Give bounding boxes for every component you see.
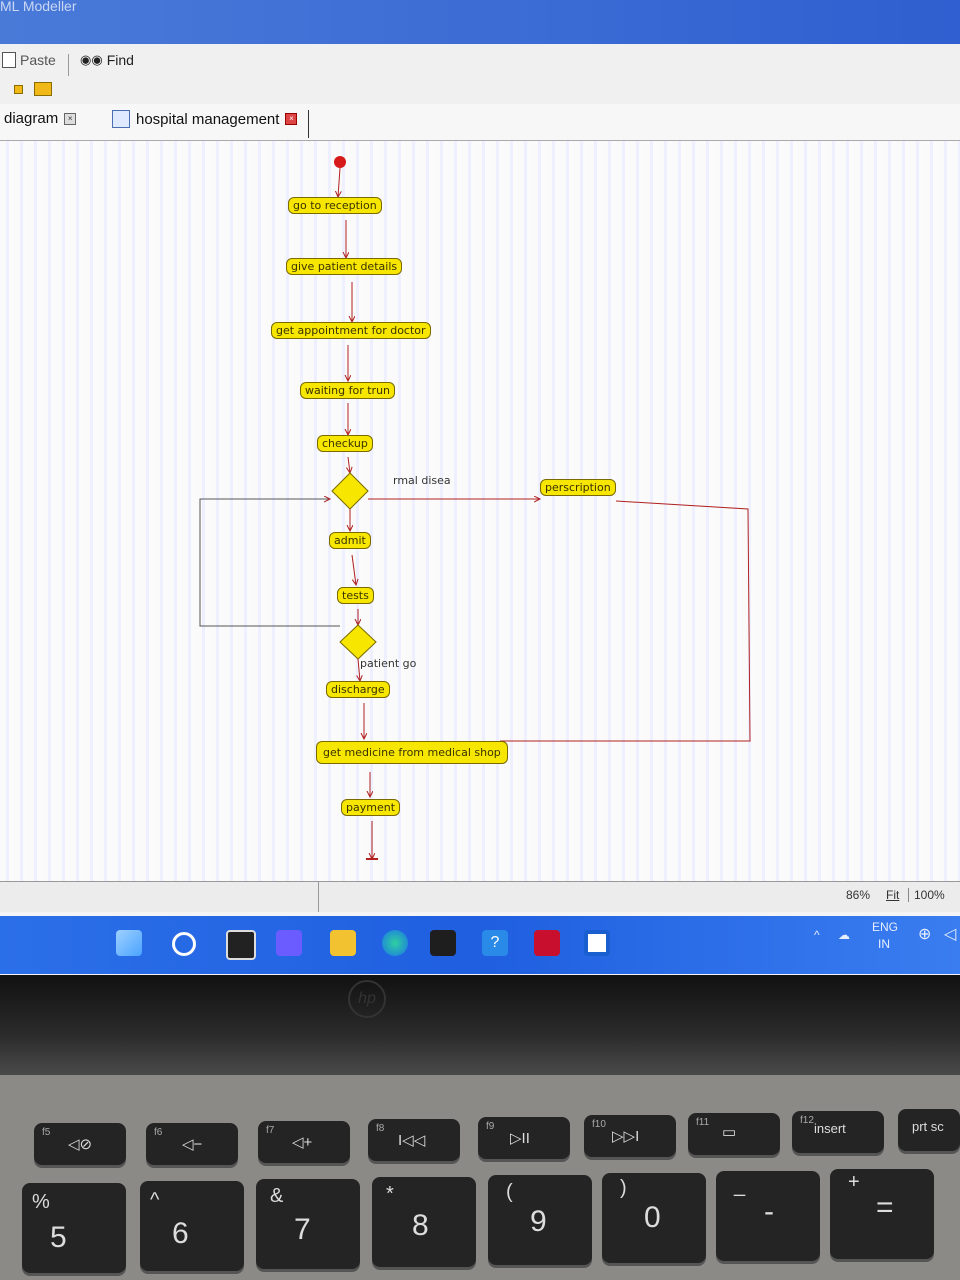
status-divider: [318, 882, 319, 912]
toolbar: Paste ◉◉ Find: [0, 44, 960, 105]
network-icon[interactable]: ☁: [838, 928, 850, 942]
small-shape-icon[interactable]: [14, 85, 23, 94]
key-f8[interactable]: f8 I◁◁: [368, 1119, 460, 1161]
activity-waiting-for-turn[interactable]: waiting for trun: [300, 382, 396, 399]
activity-tests[interactable]: tests: [337, 587, 374, 604]
key-f10[interactable]: f10 ▷▷I: [584, 1115, 676, 1157]
title-bar: ML Modeller: [0, 0, 960, 44]
activity-discharge[interactable]: discharge: [326, 681, 390, 698]
key-5[interactable]: % 5: [22, 1183, 126, 1273]
tab-hospital-management[interactable]: hospital management ×: [112, 110, 298, 128]
binoculars-icon: ◉◉: [80, 52, 103, 67]
tab-diagram[interactable]: diagram ×: [4, 110, 77, 127]
activity-perscription[interactable]: perscription: [540, 479, 616, 496]
key-f5[interactable]: f5 ◁⊘: [34, 1123, 126, 1165]
close-icon[interactable]: ×: [285, 113, 298, 125]
zoom-fit-button[interactable]: Fit: [886, 888, 899, 902]
guard-label: patient go: [360, 657, 417, 670]
decision-node-2[interactable]: [339, 624, 377, 660]
keyboard: f5 ◁⊘ f6 ◁− f7 ◁+ f8 I◁◁ f9 ▷II f10 ▷▷I …: [0, 1075, 960, 1280]
laptop-bezel: [0, 975, 960, 1075]
key-minus[interactable]: _ -: [716, 1171, 820, 1261]
screen: ML Modeller Paste ◉◉ Find diagram × hosp…: [0, 0, 960, 975]
language-top[interactable]: ENG: [872, 920, 898, 934]
flow-line: [348, 456, 350, 473]
key-f11[interactable]: f11 ▭: [688, 1113, 780, 1155]
key-6[interactable]: ^ 6: [140, 1181, 244, 1271]
tab-label: diagram: [4, 110, 59, 127]
task-view-icon[interactable]: [226, 930, 256, 960]
key-f6[interactable]: f6 ◁−: [146, 1123, 238, 1165]
speaker-icon[interactable]: ◁: [944, 924, 956, 944]
activity-payment[interactable]: payment: [341, 799, 401, 816]
diagram-connectors: [199, 156, 751, 881]
loop-back-line: [199, 499, 340, 627]
key-prt-sc[interactable]: prt sc: [898, 1109, 960, 1151]
rectangle-shape-icon[interactable]: [34, 82, 52, 96]
start-icon[interactable]: [116, 930, 142, 956]
find-button[interactable]: ◉◉ Find: [80, 52, 134, 68]
perscription-flow-line: [500, 500, 751, 742]
status-bar: 86% Fit 100%: [0, 881, 960, 912]
edge-icon[interactable]: [382, 930, 408, 956]
key-9[interactable]: ( 9: [488, 1175, 592, 1265]
initial-node[interactable]: [334, 156, 346, 168]
close-icon[interactable]: ×: [64, 112, 77, 125]
diagram-canvas[interactable]: go to reception give patient details get…: [0, 141, 960, 881]
globe-icon[interactable]: ⊕: [918, 924, 931, 944]
flow-line: [351, 554, 356, 585]
key-f9[interactable]: f9 ▷II: [478, 1117, 570, 1159]
file-explorer-icon[interactable]: [330, 930, 356, 956]
paste-button[interactable]: Paste: [2, 52, 56, 68]
search-icon[interactable]: [172, 932, 196, 956]
find-label: Find: [106, 52, 134, 68]
activity-get-medicine[interactable]: get medicine from medical shop: [316, 741, 508, 764]
activity-get-appointment[interactable]: get appointment for doctor: [271, 322, 431, 339]
app-icon[interactable]: [584, 930, 610, 956]
decision-node-1[interactable]: [331, 472, 369, 510]
chat-icon[interactable]: [276, 930, 302, 956]
activity-admit[interactable]: admit: [329, 532, 371, 549]
paste-label: Paste: [20, 52, 56, 68]
mcafee-icon[interactable]: [534, 930, 560, 956]
activity-go-to-reception[interactable]: go to reception: [288, 197, 382, 214]
hp-logo: hp: [348, 980, 386, 1018]
key-f7[interactable]: f7 ◁+: [258, 1121, 350, 1163]
store-icon[interactable]: [430, 930, 456, 956]
key-equal[interactable]: + =: [830, 1169, 934, 1259]
window-title: ML Modeller: [0, 0, 77, 14]
key-8[interactable]: * 8: [372, 1177, 476, 1267]
activity-give-patient-details[interactable]: give patient details: [286, 258, 403, 275]
toolbar-separator: [68, 54, 69, 76]
flow-line: [338, 167, 340, 197]
guard-label: rmal disea: [393, 474, 451, 487]
chevron-up-icon[interactable]: ^: [814, 928, 820, 942]
key-0[interactable]: ) 0: [602, 1173, 706, 1263]
activity-checkup[interactable]: checkup: [317, 435, 373, 452]
help-icon[interactable]: ?: [482, 930, 508, 956]
diagram-icon: [112, 110, 130, 128]
language-bottom[interactable]: IN: [878, 937, 890, 951]
zoom-100-button[interactable]: 100%: [908, 888, 945, 902]
key-7[interactable]: & 7: [256, 1179, 360, 1269]
zoom-value: 86%: [846, 888, 871, 902]
document-tabs: diagram × hospital management ×: [0, 104, 960, 141]
tab-label: hospital management: [136, 110, 280, 128]
paste-icon: [2, 52, 16, 68]
taskbar: ? ^ ☁ ENG IN ⊕ ◁: [0, 916, 960, 974]
tab-divider: [308, 110, 309, 138]
key-insert[interactable]: f12 insert: [792, 1111, 884, 1153]
